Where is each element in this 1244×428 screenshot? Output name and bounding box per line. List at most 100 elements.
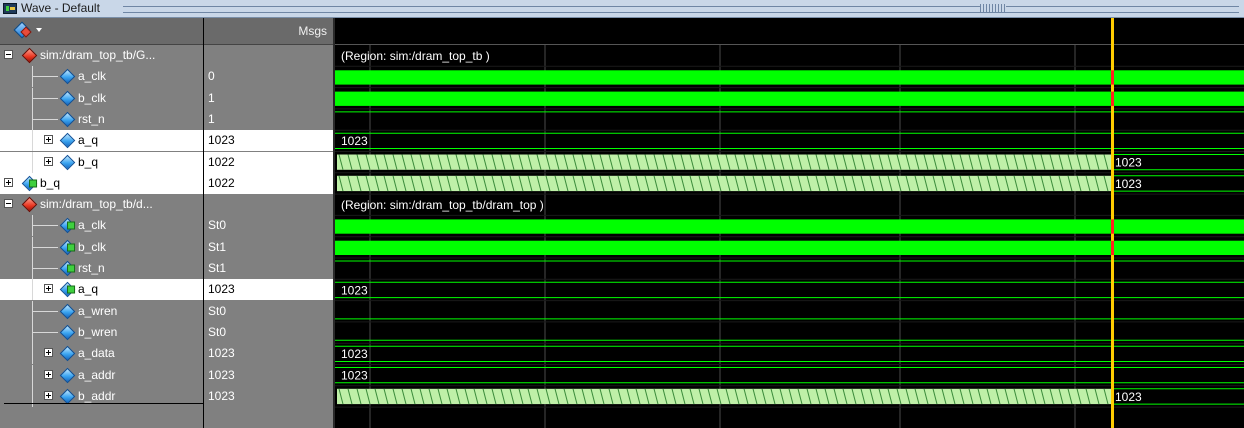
expand-icon[interactable] — [44, 348, 53, 358]
signal-value: St0 — [208, 324, 227, 339]
signal-icon — [59, 132, 76, 149]
bus-toggle-fill — [337, 388, 1112, 405]
wave-trace[interactable] — [335, 339, 1244, 344]
signal-row[interactable]: b_clk — [0, 87, 203, 109]
signal-icon — [59, 303, 76, 319]
signal-value-row[interactable]: 1023 — [204, 279, 333, 301]
signal-row[interactable]: a_addr — [0, 364, 203, 386]
tree-connector — [32, 258, 33, 279]
signal-value-row[interactable]: 1023 — [204, 343, 333, 364]
drag-handle[interactable] — [980, 4, 1006, 12]
signal-name: sim:/dram_top_tb/d... — [40, 197, 153, 212]
signal-value-row[interactable]: St1 — [204, 237, 333, 258]
signal-name: a_q — [78, 282, 99, 297]
signal-row[interactable]: b_clk — [0, 236, 203, 258]
signal-name: a_addr — [78, 367, 116, 382]
signal-value-row[interactable]: 1022 — [204, 151, 333, 173]
signal-names-pane: sim:/dram_top_tb/G... a_clk b_clk rst_n a_q b… — [0, 18, 326, 428]
signal-icon — [59, 282, 76, 298]
wave-trace[interactable] — [335, 260, 1244, 280]
wave-trace[interactable]: 1023 — [335, 345, 1244, 365]
window-title: Wave - Default — [21, 1, 100, 15]
signal-value-row[interactable]: St1 — [204, 258, 333, 279]
signal-row[interactable]: b_q — [0, 172, 203, 194]
dropdown-arrow-icon[interactable] — [36, 28, 42, 32]
signal-row[interactable]: a_wren — [0, 300, 203, 322]
wave-trace[interactable]: 1023 — [335, 132, 1244, 152]
signal-value: 1022 — [208, 154, 235, 169]
tree-connector — [32, 321, 33, 343]
waveform-canvas[interactable]: (Region: sim:/dram_top_tb ) 1023 1023 1023 (… — [335, 18, 1244, 428]
signal-value-row[interactable]: 1 — [204, 109, 333, 130]
signal-value-row[interactable]: 1023 — [204, 130, 333, 152]
signal-value-row[interactable]: 1023 — [204, 386, 333, 407]
signal-value: St0 — [208, 303, 227, 318]
wave-trace[interactable] — [335, 219, 1244, 238]
signal-value-row[interactable]: 1022 — [204, 172, 333, 194]
title-bar[interactable]: Wave - Default — [0, 0, 1244, 18]
signal-value-row[interactable]: 1023 — [204, 365, 333, 386]
signal-value-row[interactable]: 0 — [204, 66, 333, 87]
signal-row[interactable]: b_q — [0, 151, 203, 173]
signal-row[interactable]: a_q — [0, 130, 203, 152]
wave-trace[interactable] — [335, 70, 1244, 89]
tree-connector — [32, 300, 33, 322]
wave-trace[interactable]: (Region: sim:/dram_top_tb/dram_top ) — [335, 198, 1244, 216]
signal-row[interactable]: b_wren — [0, 321, 203, 343]
wave-trace[interactable]: 1023 — [335, 154, 1244, 174]
signal-name: a_wren — [78, 303, 118, 318]
wave-trace[interactable]: 1023 — [335, 281, 1244, 302]
wave-trace[interactable] — [335, 91, 1244, 110]
collapse-icon[interactable] — [4, 50, 13, 59]
tree-connector — [32, 236, 33, 258]
tree-connector — [32, 151, 33, 173]
tree-connector — [32, 66, 33, 88]
signal-value-row[interactable]: St0 — [204, 301, 333, 322]
wave-window-icon — [3, 3, 17, 14]
signal-row[interactable]: rst_n — [0, 258, 203, 279]
msgs-label: Msgs — [298, 24, 327, 38]
wave-trace[interactable] — [335, 240, 1244, 259]
signal-name: a_q — [78, 133, 99, 148]
signal-value-row[interactable]: 1 — [204, 88, 333, 109]
signal-value-row[interactable]: St0 — [204, 322, 333, 343]
signal-row[interactable]: a_q — [0, 279, 203, 301]
signal-value: 1 — [208, 90, 215, 105]
expand-icon[interactable] — [44, 390, 53, 400]
expand-icon[interactable] — [4, 177, 13, 187]
clock-fill — [335, 70, 1244, 85]
expand-icon[interactable] — [44, 369, 53, 379]
tree-connector — [32, 97, 58, 99]
expand-icon[interactable] — [44, 156, 53, 166]
wave-trace[interactable]: 1023 — [335, 388, 1244, 408]
wave-trace[interactable]: 1023 — [335, 367, 1244, 387]
bus-value: 1023 — [341, 283, 368, 297]
signal-icon — [59, 69, 76, 85]
signal-value-row[interactable] — [204, 194, 333, 215]
tree-connector — [32, 87, 33, 109]
bus-value: 1023 — [341, 134, 368, 148]
wave-window: Wave - Default sim:/dram_top_tb/G... a_cl… — [0, 0, 1244, 428]
wave-trace[interactable] — [335, 318, 1244, 323]
expand-icon[interactable] — [44, 284, 53, 294]
signal-row[interactable]: a_clk — [0, 215, 203, 237]
signal-row[interactable]: a_data — [0, 343, 203, 365]
collapse-icon[interactable] — [4, 199, 13, 209]
wave-trace[interactable]: (Region: sim:/dram_top_tb ) — [335, 49, 1244, 67]
signal-row[interactable]: rst_n — [0, 108, 203, 130]
region-label: (Region: sim:/dram_top_tb/dram_top ) — [341, 198, 544, 212]
wave-trace[interactable]: 1023 — [335, 175, 1244, 195]
signal-value-row[interactable]: St0 — [204, 215, 333, 236]
signal-row[interactable]: a_clk — [0, 66, 203, 88]
waveform-pane[interactable]: (Region: sim:/dram_top_tb ) 1023 1023 1023 (… — [335, 18, 1244, 428]
signal-value: 1022 — [208, 175, 235, 190]
expand-icon[interactable] — [44, 135, 53, 145]
signal-name: b_clk — [78, 90, 107, 105]
signal-group-row[interactable]: sim:/dram_top_tb/d... — [0, 194, 203, 215]
signal-icon — [59, 388, 76, 405]
signal-group-row[interactable]: sim:/dram_top_tb/G... — [0, 45, 203, 66]
bus-toggle-fill — [337, 154, 1112, 170]
signal-value-row[interactable] — [204, 45, 333, 66]
signal-name: rst_n — [78, 111, 105, 126]
wave-trace[interactable] — [335, 111, 1244, 131]
